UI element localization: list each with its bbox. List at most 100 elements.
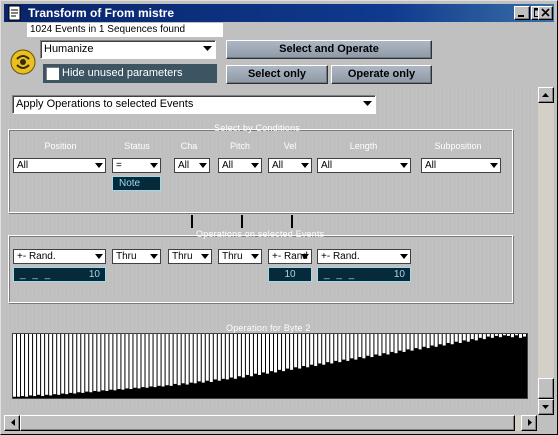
graph-bar[interactable]	[478, 334, 482, 338]
velocity-condition-dropdown[interactable]: All	[268, 158, 312, 173]
graph-bar[interactable]	[350, 334, 354, 359]
graph-bar[interactable]	[506, 334, 510, 336]
position-operation-dropdown[interactable]: +- Rand.	[13, 249, 106, 264]
graph-bar[interactable]	[470, 334, 474, 340]
position-condition-dropdown[interactable]: All	[13, 158, 106, 173]
byte2-graph[interactable]	[12, 333, 528, 399]
horizontal-scroll-thumb[interactable]	[20, 415, 515, 431]
graph-bar[interactable]	[49, 334, 53, 396]
graph-bar[interactable]	[61, 334, 65, 394]
scroll-up-button[interactable]	[538, 87, 554, 103]
graph-bar[interactable]	[129, 334, 133, 390]
graph-bar[interactable]	[402, 334, 406, 352]
operate-only-button[interactable]: Operate only	[331, 65, 432, 84]
graph-bar[interactable]	[217, 334, 221, 381]
graph-bar[interactable]	[69, 334, 73, 393]
graph-bar[interactable]	[490, 334, 494, 338]
status-operation-dropdown[interactable]: Thru	[112, 249, 161, 264]
graph-bar[interactable]	[482, 334, 486, 340]
graph-bar[interactable]	[278, 334, 282, 370]
graph-bar[interactable]	[338, 334, 342, 363]
scroll-left-button[interactable]	[4, 415, 20, 431]
graph-bar[interactable]	[77, 334, 81, 393]
graph-bar[interactable]	[462, 334, 466, 341]
status-note-field[interactable]: Note	[112, 176, 161, 191]
graph-bar[interactable]	[149, 334, 153, 387]
graph-bar[interactable]	[318, 334, 322, 364]
graph-bar[interactable]	[181, 334, 185, 384]
graph-bar[interactable]	[362, 334, 366, 359]
horizontal-scrollbar[interactable]	[4, 415, 537, 431]
scroll-right-button[interactable]	[521, 415, 537, 431]
graph-bar[interactable]	[25, 334, 29, 397]
graph-bar[interactable]	[189, 334, 193, 383]
graph-bar[interactable]	[17, 334, 21, 397]
hide-unused-toggle[interactable]: Hide unused parameters	[43, 64, 217, 83]
graph-bar[interactable]	[265, 334, 269, 374]
graph-bar[interactable]	[153, 334, 157, 388]
velocity-operation-dropdown[interactable]: +- Rand	[268, 249, 312, 264]
graph-bar[interactable]	[213, 334, 217, 380]
graph-bar[interactable]	[81, 334, 85, 393]
graph-bar[interactable]	[41, 334, 45, 397]
graph-bar[interactable]	[165, 334, 169, 386]
byte2-bars[interactable]	[13, 334, 527, 398]
graph-bar[interactable]	[386, 334, 390, 355]
graph-bar[interactable]	[209, 334, 213, 382]
graph-bar[interactable]	[390, 334, 394, 352]
graph-bar[interactable]	[105, 334, 109, 391]
graph-bar[interactable]	[398, 334, 402, 351]
graph-bar[interactable]	[121, 334, 125, 390]
graph-bar[interactable]	[13, 334, 17, 397]
graph-bar[interactable]	[157, 334, 161, 386]
graph-bar[interactable]	[270, 334, 274, 372]
pitch-operation-dropdown[interactable]: Thru	[218, 249, 262, 264]
graph-bar[interactable]	[249, 334, 253, 377]
graph-bar[interactable]	[137, 334, 141, 389]
graph-bar[interactable]	[414, 334, 418, 349]
graph-bar[interactable]	[229, 334, 233, 378]
graph-bar[interactable]	[253, 334, 257, 374]
preset-dropdown[interactable]: Humanize	[40, 40, 216, 59]
graph-bar[interactable]	[326, 334, 330, 363]
graph-bar[interactable]	[498, 334, 502, 338]
subposition-condition-dropdown[interactable]: All	[421, 158, 501, 173]
graph-bar[interactable]	[510, 334, 514, 338]
graph-bar[interactable]	[302, 334, 306, 366]
graph-bar[interactable]	[197, 334, 201, 382]
graph-bar[interactable]	[177, 334, 181, 386]
graph-bar[interactable]	[442, 334, 446, 346]
graph-bar[interactable]	[310, 334, 314, 365]
graph-bar[interactable]	[354, 334, 358, 360]
graph-bar[interactable]	[418, 334, 422, 350]
graph-bar[interactable]	[125, 334, 129, 389]
graph-bar[interactable]	[458, 334, 462, 343]
graph-bar[interactable]	[286, 334, 290, 369]
graph-bar[interactable]	[261, 334, 265, 373]
graph-bar[interactable]	[370, 334, 374, 358]
graph-bar[interactable]	[366, 334, 370, 356]
graph-bar[interactable]	[502, 334, 506, 336]
graph-bar[interactable]	[173, 334, 177, 384]
graph-bar[interactable]	[101, 334, 105, 391]
graph-bar[interactable]	[205, 334, 209, 381]
graph-bar[interactable]	[33, 334, 37, 397]
graph-bar[interactable]	[346, 334, 350, 361]
graph-bar[interactable]	[430, 334, 434, 346]
length-amount-field[interactable]: _ _ _ 10	[317, 267, 411, 282]
graph-bar[interactable]	[57, 334, 61, 395]
select-and-operate-button[interactable]: Select and Operate	[226, 40, 432, 59]
graph-bar[interactable]	[450, 334, 454, 345]
graph-bar[interactable]	[422, 334, 426, 347]
graph-bar[interactable]	[117, 334, 121, 390]
graph-bar[interactable]	[113, 334, 117, 391]
graph-bar[interactable]	[245, 334, 249, 375]
graph-bar[interactable]	[466, 334, 470, 342]
graph-bar[interactable]	[85, 334, 89, 392]
length-operation-dropdown[interactable]: +- Rand.	[317, 249, 411, 264]
graph-bar[interactable]	[53, 334, 57, 395]
graph-bar[interactable]	[221, 334, 225, 379]
graph-bar[interactable]	[141, 334, 145, 388]
graph-bar[interactable]	[438, 334, 442, 345]
graph-bar[interactable]	[93, 334, 97, 391]
